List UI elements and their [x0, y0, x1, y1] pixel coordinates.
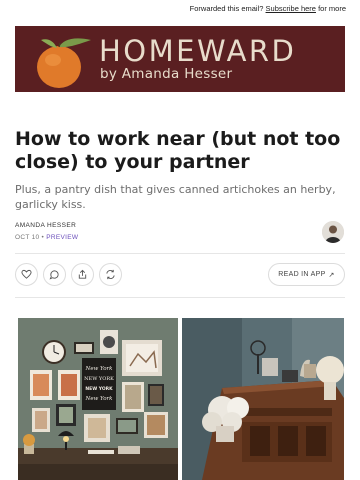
poster-line-3: NEW YORK — [85, 386, 113, 392]
poster-line-2: NEW YORK — [84, 376, 114, 382]
share-icon — [78, 269, 87, 279]
gallery-wall-image: New York NEW YORK NEW YORK New York — [18, 318, 178, 480]
external-arrow-icon: ↗ — [328, 271, 335, 279]
publication-banner[interactable]: HOMEWARD by Amanda Hesser — [15, 26, 345, 92]
forward-notice: Forwarded this email? Subscribe here for… — [190, 4, 346, 13]
like-button[interactable] — [15, 263, 38, 286]
forward-notice-suffix: for more — [315, 4, 346, 13]
read-in-app-label: READ IN APP — [278, 271, 326, 278]
gallery-wall-photo[interactable]: New York NEW YORK NEW YORK New York — [18, 318, 178, 480]
post-title[interactable]: How to work near (but not too close) to … — [15, 128, 350, 174]
comment-icon — [49, 270, 59, 280]
author-avatar[interactable] — [322, 221, 344, 243]
post-meta: OCT 10 • PREVIEW — [15, 234, 78, 241]
heart-icon — [21, 269, 32, 279]
author-name[interactable]: AMANDA HESSER — [15, 222, 76, 229]
read-in-app-button[interactable]: READ IN APP ↗ — [268, 263, 345, 286]
publication-name: HOMEWARD — [99, 34, 297, 68]
poster-line-1: New York — [85, 366, 114, 372]
subscribe-link[interactable]: Subscribe here — [266, 4, 316, 13]
publication-byline: by Amanda Hesser — [100, 66, 233, 82]
orange-logo-icon — [37, 38, 91, 88]
poster-line-4: New York — [85, 396, 114, 402]
desk-image — [182, 318, 344, 480]
post-subtitle: Plus, a pantry dish that gives canned ar… — [15, 183, 336, 211]
post-date: OCT 10 — [15, 234, 40, 241]
share-button[interactable] — [71, 263, 94, 286]
restack-button[interactable] — [99, 263, 122, 286]
divider-top — [15, 253, 345, 254]
preview-badge: PREVIEW — [46, 234, 79, 241]
forward-notice-prefix: Forwarded this email? — [189, 4, 266, 13]
author-photo — [322, 221, 344, 243]
divider-bottom — [15, 297, 345, 298]
desk-photo[interactable] — [182, 318, 344, 480]
comment-button[interactable] — [43, 263, 66, 286]
restack-icon — [106, 269, 115, 280]
